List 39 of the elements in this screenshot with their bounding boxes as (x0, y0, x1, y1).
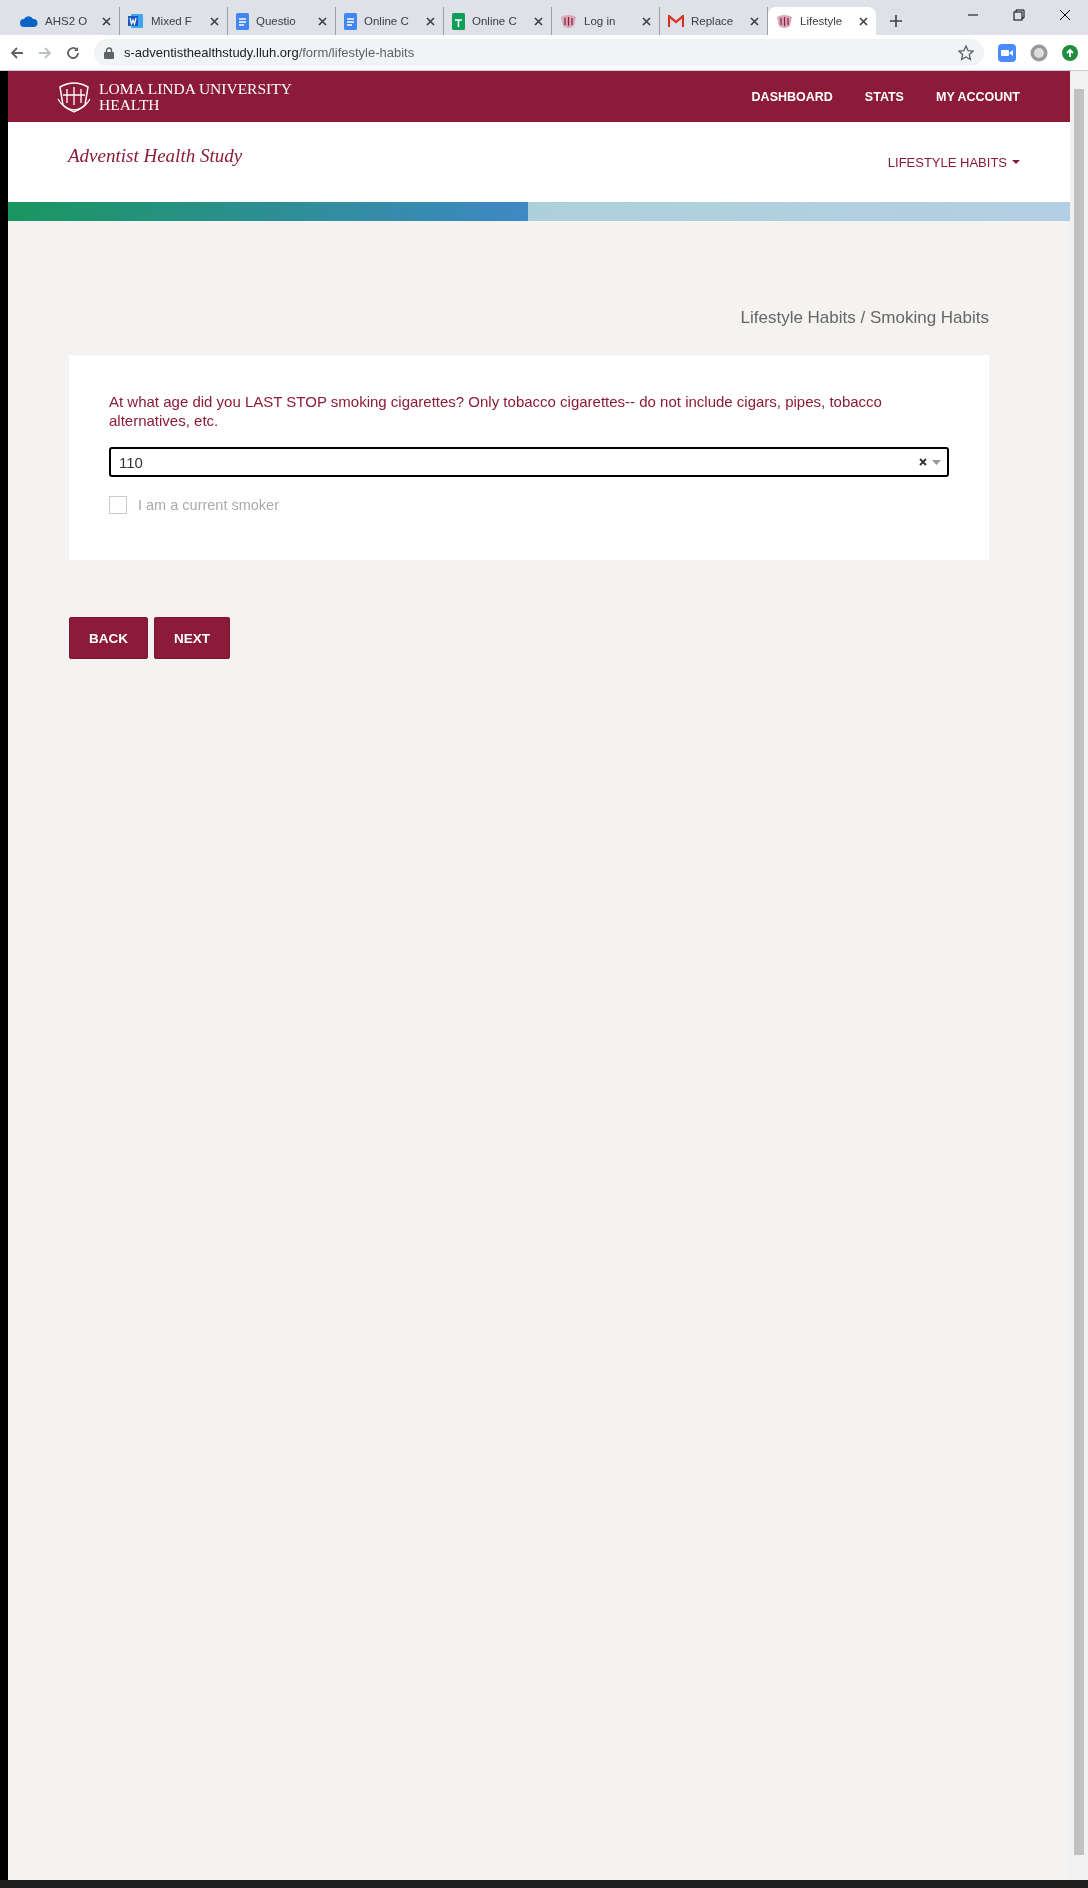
crest-logo-icon (57, 80, 91, 113)
cloud-icon (20, 15, 38, 27)
video-camera-icon[interactable] (998, 43, 1016, 62)
answer-select[interactable]: 110 (109, 447, 949, 477)
new-tab-icon[interactable] (890, 15, 902, 27)
caret-icon[interactable] (932, 459, 941, 465)
reload-icon[interactable] (66, 45, 80, 60)
question-text: At what age did you LAST STOP smoking cigarettes? Only tobacco cigarettes-- do not include cigars, pipes, tobacco alternatives, etc. (109, 392, 883, 430)
section-menu[interactable]: LIFESTYLE HABITS (887, 154, 1020, 170)
caret-icon (1012, 160, 1020, 164)
document-icon (344, 12, 357, 30)
star-icon[interactable] (958, 44, 974, 61)
close-icon[interactable] (426, 16, 435, 26)
close-icon[interactable] (642, 16, 651, 26)
mail-icon (668, 15, 684, 27)
scrollbar[interactable] (1070, 71, 1088, 1880)
document-w-icon (128, 13, 144, 29)
document-icon (236, 12, 249, 30)
close-icon[interactable] (318, 16, 327, 26)
breadcrumb: Lifestyle Habits / Smoking Habits (739, 308, 989, 329)
nav-button[interactable]: BACK (69, 617, 148, 659)
close-icon[interactable] (750, 16, 759, 26)
nav-link[interactable]: DASHBOARD (751, 89, 833, 104)
browser-tab[interactable]: Lifestyle (768, 7, 876, 35)
url-text[interactable]: s-adventisthealthstudy.lluh.org/form/lifestyle-habits (124, 45, 415, 60)
nav-link[interactable]: MY ACCOUNT (935, 89, 1020, 104)
back-icon[interactable] (10, 45, 24, 60)
close-icon[interactable] (102, 16, 111, 26)
nav-button[interactable]: NEXT (154, 617, 230, 659)
lock-icon (104, 46, 114, 59)
spreadsheet-icon (452, 12, 465, 30)
clear-icon[interactable] (919, 458, 927, 466)
close-icon[interactable] (210, 16, 219, 26)
nav-link[interactable]: STATS (864, 89, 904, 104)
close-icon[interactable] (859, 16, 868, 26)
logo-text[interactable]: LOMA LINDA UNIVERSITY HEALTH (99, 80, 292, 113)
update-icon[interactable] (1062, 44, 1078, 61)
study-title: Adventist Health Study (68, 144, 243, 167)
close-icon[interactable] (534, 16, 543, 26)
